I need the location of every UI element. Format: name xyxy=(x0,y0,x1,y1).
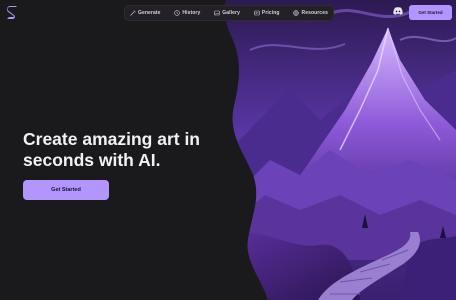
wand-icon xyxy=(130,10,136,16)
header-get-started-button[interactable]: Get Started xyxy=(409,5,452,20)
nav-item-label: Resources xyxy=(301,10,328,16)
nav-item-resources[interactable]: Resources xyxy=(293,10,328,16)
hero-title-line-1: Create amazing art in xyxy=(23,129,200,149)
nav-item-history[interactable]: History xyxy=(174,10,200,16)
nav-item-label: Pricing xyxy=(261,10,280,16)
gallery-icon xyxy=(214,10,221,16)
globe-icon xyxy=(293,10,300,16)
discord-icon[interactable] xyxy=(393,7,403,15)
hero-title: Create amazing art in seconds with AI. xyxy=(23,129,223,171)
nav-item-pricing[interactable]: Pricing xyxy=(254,10,280,16)
tag-icon xyxy=(254,10,260,16)
clock-icon xyxy=(174,10,181,16)
nav-item-gallery[interactable]: Gallery xyxy=(214,10,240,16)
nav-item-label: History xyxy=(182,10,201,16)
nav-item-label: Gallery xyxy=(222,10,240,16)
hero-title-line-2: seconds with AI. xyxy=(23,150,161,170)
nav-item-generate[interactable]: Generate xyxy=(130,10,160,16)
s-logo-icon[interactable] xyxy=(6,6,19,20)
nav-item-label: Generate xyxy=(138,10,161,16)
hero-get-started-button[interactable]: Get Started xyxy=(23,180,109,200)
main-nav: Generate History Gallery Pricing Resourc… xyxy=(124,5,334,21)
